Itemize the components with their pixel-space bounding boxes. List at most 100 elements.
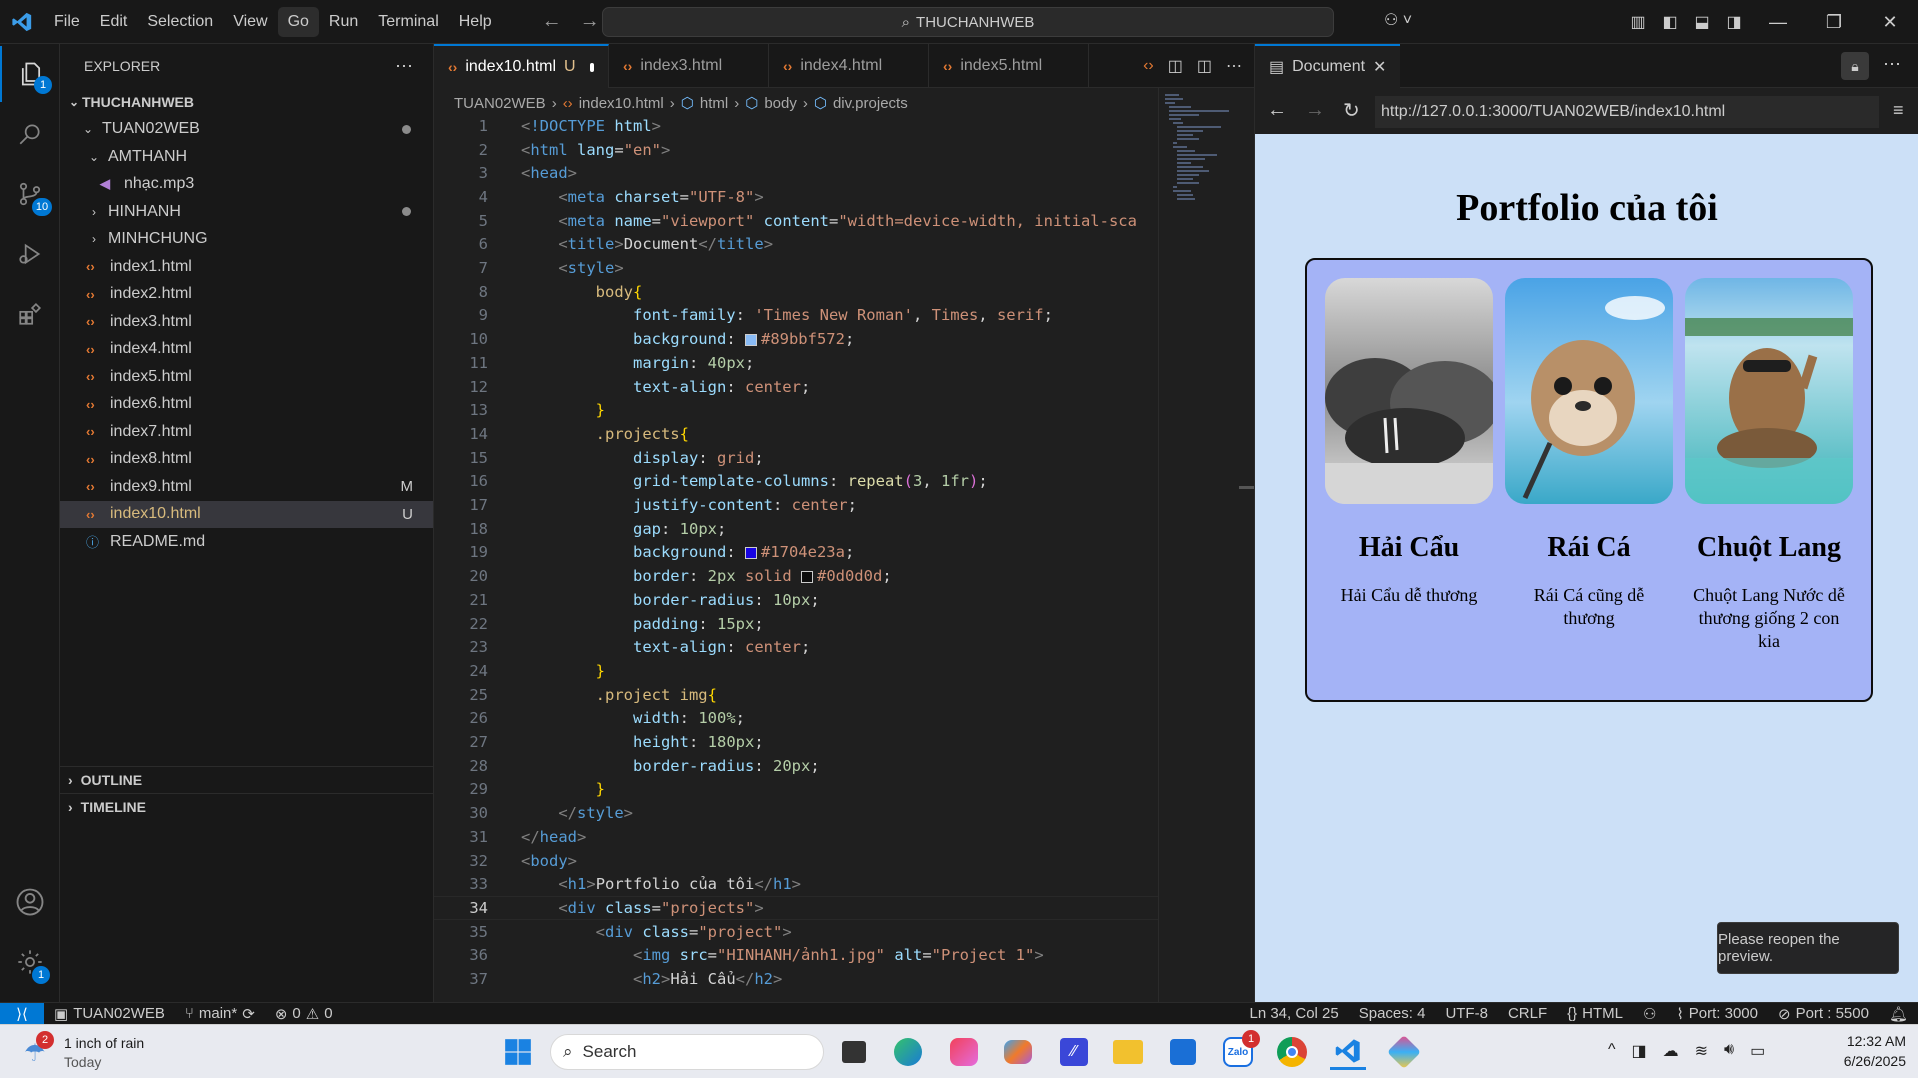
code-line[interactable]: 37 <h2>Hải Cẩu</h2> <box>434 967 1158 991</box>
code-line[interactable]: 10 background: #89bbf572; <box>434 327 1158 351</box>
editor-tab[interactable]: ‹› index4.html <box>769 44 929 88</box>
tree-item[interactable]: ‹› index9.html M <box>60 473 433 501</box>
tree-item[interactable]: ◀ nhạc.mp3 <box>60 171 433 199</box>
timeline-section[interactable]: › TIMELINE <box>60 793 434 820</box>
code-line[interactable]: 7 <style> <box>434 256 1158 280</box>
menu-view[interactable]: View <box>223 7 277 37</box>
code-line[interactable]: 22 padding: 15px; <box>434 612 1158 636</box>
tree-item[interactable]: ‹› index7.html <box>60 418 433 446</box>
more-actions-icon[interactable]: ⋯ <box>395 56 413 77</box>
toggle-panel-icon[interactable]: ⬓ <box>1686 12 1718 32</box>
url-bar[interactable]: http://127.0.0.1:3000/TUAN02WEB/index10.… <box>1375 96 1879 128</box>
notification-toast[interactable]: Please reopen the preview. <box>1717 922 1899 974</box>
menu-file[interactable]: File <box>44 7 90 37</box>
status-eol[interactable]: CRLF <box>1498 1005 1557 1022</box>
code-line[interactable]: 31 </head> <box>434 825 1158 849</box>
editor-tab[interactable]: ‹› index5.html <box>929 44 1089 88</box>
code-line[interactable]: 4 <meta charset="UTF-8"> <box>434 185 1158 209</box>
microsoft-store-icon[interactable] <box>1165 1034 1201 1070</box>
edge-icon[interactable] <box>890 1034 926 1070</box>
tray-chevron-up-icon[interactable]: ^ <box>1608 1041 1616 1061</box>
code-line[interactable]: 12 text-align: center; <box>434 375 1158 399</box>
forward-arrow-icon[interactable]: → <box>1305 99 1325 122</box>
code-line[interactable]: 30 </style> <box>434 801 1158 825</box>
menu-run[interactable]: Run <box>319 7 368 37</box>
breadcrumb-item[interactable]: div.projects <box>833 95 908 112</box>
open-changes-icon[interactable]: ◫ <box>1168 56 1183 76</box>
tree-item[interactable]: ‹› index8.html <box>60 446 433 474</box>
code-line[interactable]: 26 width: 100%; <box>434 707 1158 731</box>
taskbar-search[interactable]: ⌕ Search <box>550 1034 824 1070</box>
tree-item[interactable]: ‹› index6.html <box>60 391 433 419</box>
tree-item[interactable]: ‹› index2.html <box>60 281 433 309</box>
file-explorer-icon[interactable] <box>1110 1034 1146 1070</box>
office-icon[interactable] <box>946 1034 982 1070</box>
code-line[interactable]: 9 font-family: 'Times New Roman', Times,… <box>434 304 1158 328</box>
code-line[interactable]: 16 grid-template-columns: repeat(3, 1fr)… <box>434 470 1158 494</box>
reload-icon[interactable]: ↻ <box>1343 98 1360 123</box>
tree-item[interactable]: › HINHANH <box>60 198 433 226</box>
breadcrumb-item[interactable]: body <box>764 95 797 112</box>
back-arrow-icon[interactable]: ← <box>1267 99 1287 122</box>
back-arrow-icon[interactable]: ← <box>542 10 562 33</box>
close-icon[interactable]: ✕ <box>1373 57 1386 77</box>
minimize-button[interactable]: — <box>1750 12 1806 33</box>
toggle-secondary-sidebar-icon[interactable]: ◨ <box>1718 12 1750 32</box>
tray-app-icon[interactable]: ◨ <box>1632 1041 1647 1061</box>
color-swatch[interactable] <box>744 333 757 346</box>
menu-terminal[interactable]: Terminal <box>368 7 448 37</box>
gemini-app-icon[interactable] <box>1386 1034 1422 1070</box>
code-line[interactable]: 35 <div class="project"> <box>434 920 1158 944</box>
status-folder[interactable]: ▣ TUAN02WEB <box>44 1005 175 1023</box>
more-actions-icon[interactable]: ⋯ <box>1226 56 1242 76</box>
wifi-icon[interactable]: ≋ <box>1695 1041 1708 1061</box>
tree-item[interactable]: ‹› index1.html <box>60 253 433 281</box>
code-editor[interactable]: 1 <!DOCTYPE html> 2 <html lang="en"> 3 <head>… <box>434 114 1158 1002</box>
source-control-icon[interactable]: 10 <box>0 166 60 222</box>
battery-icon[interactable]: ▭ <box>1750 1041 1765 1061</box>
copilot-status-icon[interactable]: ⚇ <box>1633 1005 1666 1023</box>
code-line[interactable]: 18 gap: 10px; <box>434 517 1158 541</box>
status-problems[interactable]: ⊗ 0 ⚠ 0 <box>265 1005 343 1023</box>
code-line[interactable]: 21 border-radius: 10px; <box>434 588 1158 612</box>
outline-section[interactable]: › OUTLINE <box>60 766 434 793</box>
menu-edit[interactable]: Edit <box>90 7 138 37</box>
clock[interactable]: 12:32 AM 6/26/2025 <box>1820 1033 1906 1069</box>
menu-selection[interactable]: Selection <box>137 7 223 37</box>
code-line[interactable]: 1 <!DOCTYPE html> <box>434 114 1158 138</box>
task-view-icon[interactable] <box>836 1034 872 1070</box>
restore-button[interactable]: ❐ <box>1806 12 1862 33</box>
code-line[interactable]: 3 <head> <box>434 161 1158 185</box>
tree-item[interactable]: ‹› index3.html <box>60 308 433 336</box>
code-line[interactable]: 13 } <box>434 398 1158 422</box>
extensions-icon[interactable] <box>0 286 60 342</box>
code-line[interactable]: 19 background: #1704e23a; <box>434 541 1158 565</box>
code-line[interactable]: 20 border: 2px solid #0d0d0d; <box>434 564 1158 588</box>
lock-icon[interactable]: 🔒︎ <box>1841 52 1869 80</box>
code-line[interactable]: 2 <html lang="en"> <box>434 138 1158 162</box>
open-preview-icon[interactable]: ‹› <box>1143 57 1154 75</box>
code-line[interactable]: 11 margin: 40px; <box>434 351 1158 375</box>
zalo-icon[interactable]: Zalo 1 <box>1220 1030 1260 1070</box>
breadcrumb-item[interactable]: index10.html <box>579 95 664 112</box>
hamburger-menu-icon[interactable]: ≡ <box>1893 100 1904 121</box>
tree-item[interactable]: › MINHCHUNG <box>60 226 433 254</box>
code-line[interactable]: 24 } <box>434 659 1158 683</box>
more-actions-icon[interactable]: ⋯ <box>1883 54 1901 75</box>
status-position[interactable]: Ln 34, Col 25 <box>1239 1005 1348 1022</box>
status-encoding[interactable]: UTF-8 <box>1435 1005 1498 1022</box>
status-port-5500[interactable]: ⊘ Port : 5500 <box>1768 1005 1879 1023</box>
tree-item[interactable]: ⓘ README.md <box>60 528 433 556</box>
editor-tab[interactable]: ‹› index10.html U <box>434 44 609 88</box>
notifications-bell-icon[interactable]: 🔔︎ <box>1879 1005 1918 1023</box>
volume-icon[interactable]: 🔊︎ <box>1724 1041 1734 1061</box>
code-line[interactable]: 8 body{ <box>434 280 1158 304</box>
code-line[interactable]: 6 <title>Document</title> <box>434 233 1158 257</box>
command-center[interactable]: ⌕ THUCHANHWEB <box>602 7 1334 37</box>
preview-tab[interactable]: ▤ Document ✕ <box>1255 43 1401 88</box>
toggle-sidebar-icon[interactable]: ◧ <box>1654 12 1686 32</box>
menu-help[interactable]: Help <box>449 7 502 37</box>
code-line[interactable]: 15 display: grid; <box>434 446 1158 470</box>
breadcrumb-item[interactable]: TUAN02WEB <box>454 95 546 112</box>
code-line[interactable]: 23 text-align: center; <box>434 635 1158 659</box>
